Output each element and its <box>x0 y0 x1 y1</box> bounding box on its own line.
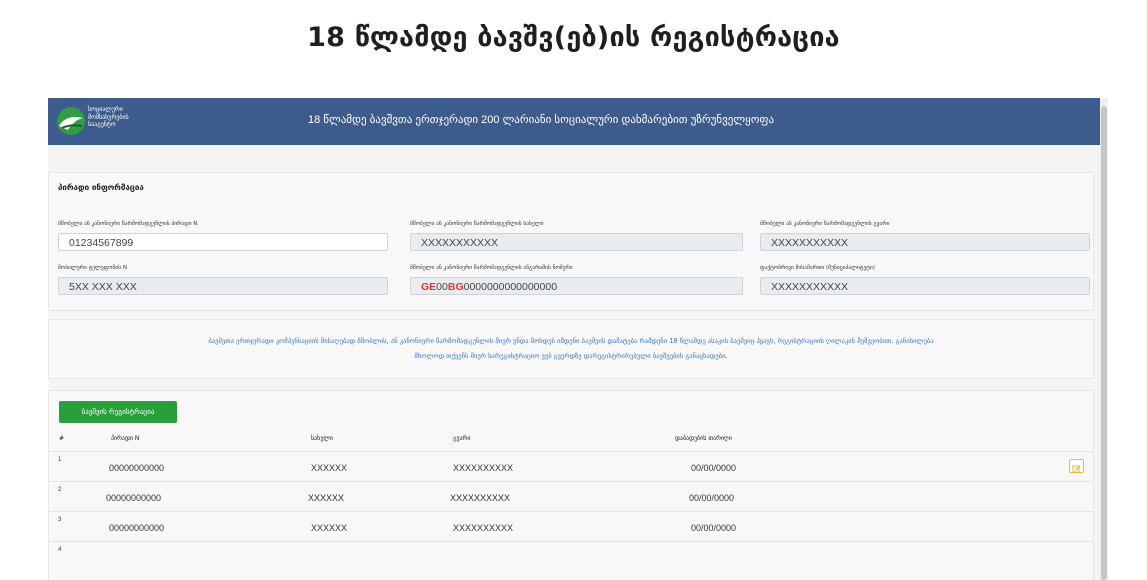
row-personal-id: 00000000000 <box>109 463 165 473</box>
parent-surname-label: მშობელი ან კანონიერი წარმომადგენლის გვარ… <box>760 221 890 227</box>
row-number: 2 <box>58 487 62 493</box>
page-scrollbar[interactable] <box>1100 98 1108 580</box>
row-birth-date: 00/00/0000 <box>691 463 737 473</box>
iban-country-code: GE <box>421 281 437 293</box>
row-number: 1 <box>58 457 62 463</box>
notice-line: მხოლოდ თქვენს მიერ სარეგისტრაციო ვებ გვე… <box>414 352 728 360</box>
row-birth-date: 00/00/0000 <box>691 523 737 533</box>
page-title: 18 წლამდე ბავშვ(ებ)ის რეგისტრაცია <box>307 22 840 53</box>
notice-panel: ბავშვთა ერთჯერადი კომპენსაციის მისაღებად… <box>48 319 1094 379</box>
children-panel: ბავშვის რეგისტრაცია # პირადი N სახელი გვ… <box>48 390 1094 580</box>
edit-icon <box>1072 465 1081 473</box>
column-header-name: სახელი <box>311 435 333 442</box>
row-name: XXXXXX <box>308 493 345 503</box>
notice-line: ბავშვთა ერთჯერადი კომპენსაციის მისაღებად… <box>208 337 934 345</box>
column-header-birth-date: დაბადების თარიღი <box>675 435 732 442</box>
row-surname: XXXXXXXXXX <box>453 523 514 533</box>
register-child-button[interactable]: ბავშვის რეგისტრაცია <box>59 401 177 423</box>
address-label: ფაქტობრივი მისამართი (მუნიციპალიტეტი) <box>760 265 875 271</box>
scrollbar-thumb[interactable] <box>1101 106 1107 580</box>
parent-name-field[interactable]: XXXXXXXXXXX <box>410 233 743 251</box>
iban-account-digits: 0000000000000000 <box>463 281 558 293</box>
personal-info-panel: პირადი ინფორმაცია მშობელი ან კანონიერი წ… <box>48 172 1094 311</box>
column-header-number: # <box>59 435 65 442</box>
iban-bank-code: BG <box>447 281 464 293</box>
row-surname: XXXXXXXXXX <box>453 463 514 473</box>
app-window: სოციალური მომსახურების სააგენტო 18 წლამდ… <box>48 98 1100 580</box>
row-surname: XXXXXXXXXX <box>450 493 511 503</box>
edit-row-button[interactable] <box>1069 459 1084 473</box>
account-number-field[interactable]: GE00BG0000000000000000 <box>410 277 743 295</box>
agency-name-line: მომსახურების <box>88 113 129 121</box>
account-number-label: მშობელი ან კანონიერი წარმომადგენლის ანგა… <box>410 265 573 271</box>
mobile-field[interactable]: 5XX XXX XXX <box>58 277 388 295</box>
column-header-surname: გვარი <box>453 435 471 442</box>
parent-id-label: მშობელი ან კანონიერი წარმომადგენლის პირა… <box>58 221 198 227</box>
agency-logo-icon <box>57 107 85 135</box>
parent-id-field[interactable]: 01234567899 <box>58 233 388 251</box>
row-personal-id: 00000000000 <box>109 523 165 533</box>
agency-name-line: სოციალური <box>88 106 123 113</box>
parent-name-label: მშობელი ან კანონიერი წარმომადგენლის სახე… <box>410 221 544 227</box>
personal-info-heading: პირადი ინფორმაცია <box>58 183 144 192</box>
address-field[interactable]: XXXXXXXXXXX <box>760 277 1090 295</box>
row-name: XXXXXX <box>311 523 348 533</box>
parent-surname-field[interactable]: XXXXXXXXXXX <box>760 233 1090 251</box>
row-birth-date: 00/00/0000 <box>689 493 735 503</box>
iban-check-digits: 00 <box>436 281 448 293</box>
row-number: 3 <box>58 517 62 523</box>
table-row: 3 00000000000 XXXXXX XXXXXXXXXX 00/00/00… <box>49 511 1093 542</box>
notice-text: ბავშვთა ერთჯერადი კომპენსაციის მისაღებად… <box>59 334 1083 364</box>
agency-name-line: სააგენტო <box>88 121 116 128</box>
table-row: 4 <box>49 541 1093 572</box>
app-header: სოციალური მომსახურების სააგენტო 18 წლამდ… <box>48 98 1100 145</box>
column-header-personal-id: პირადი N <box>111 435 140 442</box>
mobile-label: მობილური ტელეფონის N <box>58 265 127 271</box>
row-number: 4 <box>58 547 62 553</box>
table-row: 2 00000000000 XXXXXX XXXXXXXXXX 00/00/00… <box>49 481 1093 512</box>
row-personal-id: 00000000000 <box>106 493 162 503</box>
header-title: 18 წლამდე ბავშვთა ერთჯერადი 200 ლარიანი … <box>308 114 775 126</box>
table-row: 1 00000000000 XXXXXX XXXXXXXXXX 00/00/00… <box>49 451 1093 482</box>
agency-name: სოციალური მომსახურების სააგენტო <box>88 106 129 129</box>
row-name: XXXXXX <box>311 463 348 473</box>
